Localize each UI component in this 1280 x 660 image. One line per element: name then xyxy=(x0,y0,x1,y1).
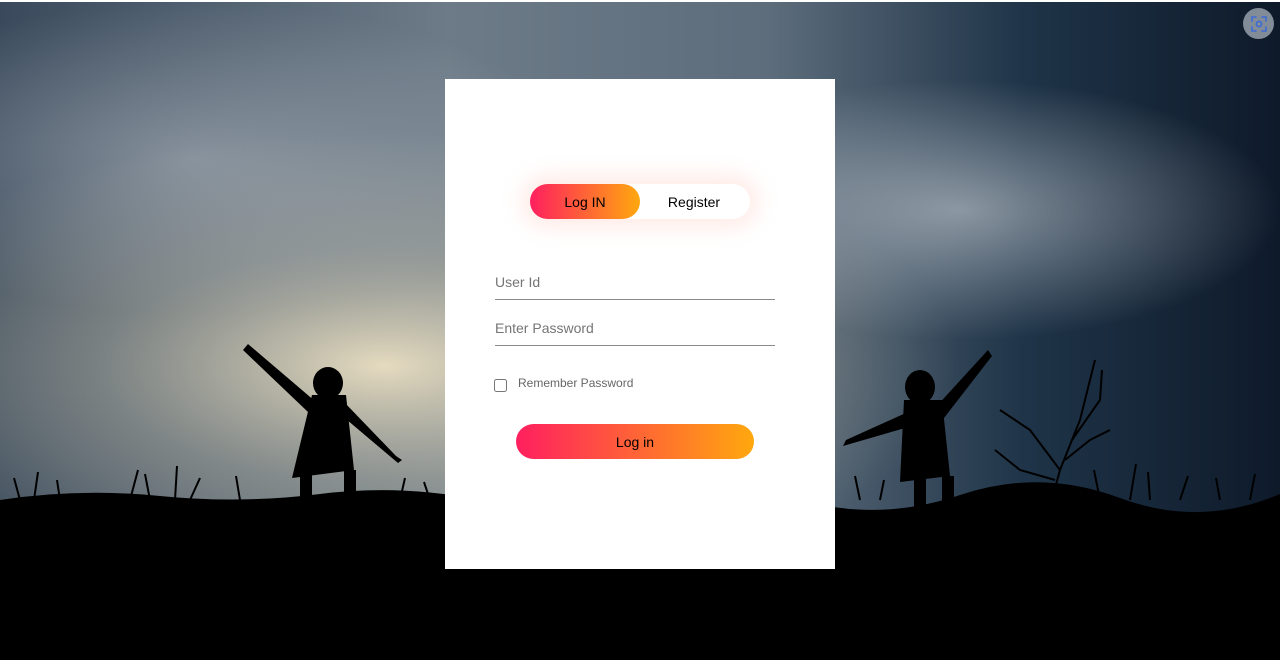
password-input[interactable] xyxy=(495,311,775,346)
screenshot-capture-icon xyxy=(1250,15,1267,32)
remember-password-label: Remember Password xyxy=(518,376,634,390)
register-tab-button[interactable]: Register xyxy=(639,184,749,219)
login-tab-button[interactable]: Log IN xyxy=(530,184,640,219)
remember-password-row: Remember Password xyxy=(494,376,755,397)
remember-password-checkbox[interactable] xyxy=(494,379,507,392)
login-card: Log IN Register Remember Password Log in xyxy=(445,79,835,569)
screenshot-capture-button[interactable] xyxy=(1243,8,1274,39)
auth-mode-toggle: Log IN Register xyxy=(530,184,750,219)
login-submit-button[interactable]: Log in xyxy=(516,424,754,459)
page: Log IN Register Remember Password Log in xyxy=(0,0,1280,660)
user-id-input[interactable] xyxy=(495,265,775,300)
